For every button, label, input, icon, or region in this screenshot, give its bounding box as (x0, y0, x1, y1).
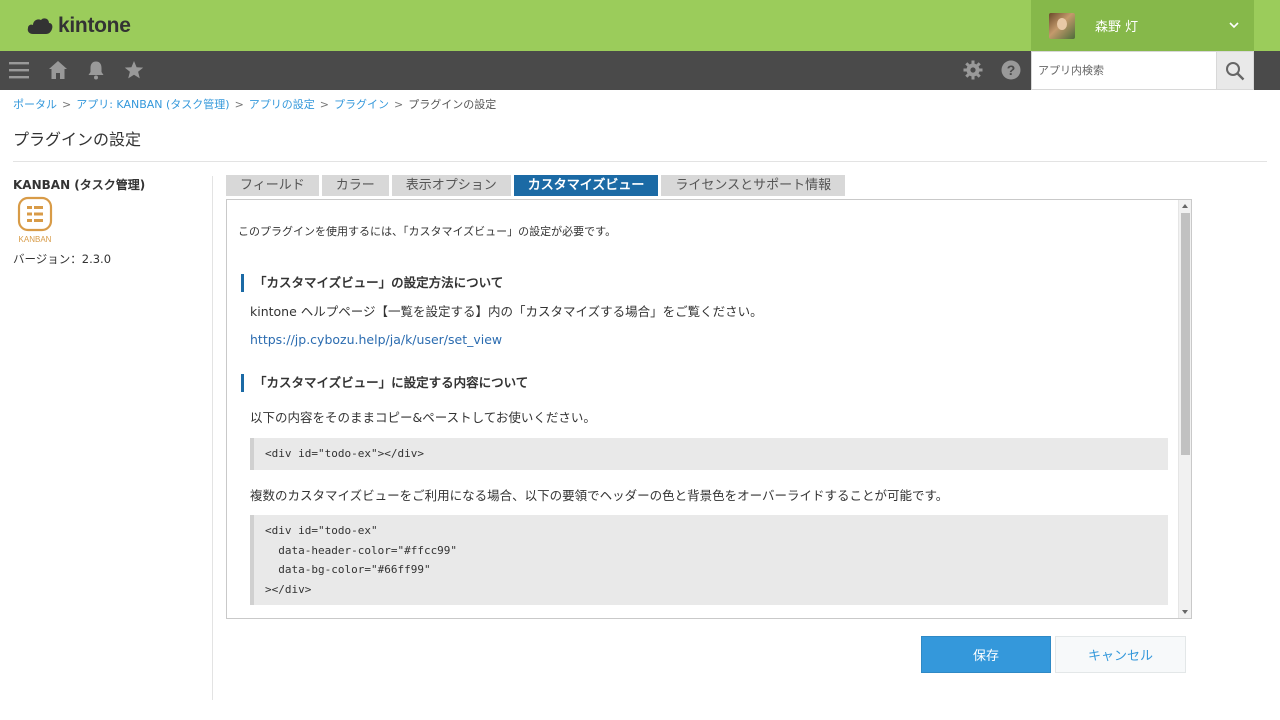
tab-customize-view[interactable]: カスタマイズビュー (513, 175, 659, 196)
question-icon[interactable]: ? (1000, 59, 1022, 81)
breadcrumb-portal[interactable]: ポータル (13, 98, 57, 111)
search-input[interactable] (1032, 52, 1217, 89)
code-block-override[interactable]: <div id="todo-ex" data-header-color="#ff… (250, 515, 1168, 605)
intro-text: このプラグインを使用するには、「カスタマイズビュー」の設定が必要です。 (238, 225, 617, 238)
gear-icon[interactable] (962, 59, 984, 81)
chevron-down-icon (1229, 22, 1239, 29)
cloud-logo-icon (27, 18, 53, 34)
plugin-name: KANBAN (タスク管理) (13, 178, 146, 192)
section-heading-content: 「カスタマイズビュー」に設定する内容について (241, 374, 528, 392)
page-title: プラグインの設定 (13, 130, 142, 149)
tab-field[interactable]: フィールド (226, 175, 319, 196)
left-divider (212, 176, 213, 700)
tab-display-options[interactable]: 表示オプション (391, 175, 511, 196)
search-button[interactable] (1216, 52, 1253, 89)
plugin-icon-label: KANBAN (19, 235, 52, 244)
breadcrumb-current: プラグインの設定 (408, 98, 497, 111)
settings-tabs: フィールド カラー 表示オプション カスタマイズビュー ライセンスとサポート情報 (226, 175, 848, 196)
save-button[interactable]: 保存 (921, 636, 1051, 673)
app-search (1031, 51, 1254, 90)
star-icon[interactable] (123, 59, 145, 81)
help-link[interactable]: https://jp.cybozu.help/ja/k/user/set_vie… (250, 332, 502, 347)
title-divider (13, 161, 1267, 162)
panel-content: このプラグインを使用するには、「カスタマイズビュー」の設定が必要です。 「カスタ… (227, 200, 1178, 618)
breadcrumb-plugins[interactable]: プラグイン (334, 98, 389, 111)
top-header: kintone 森野 灯 (0, 0, 1280, 51)
copy-instruction: 以下の内容をそのままコピー&ペーストしてお使いください。 (250, 410, 596, 425)
scroll-down-icon[interactable] (1182, 610, 1188, 614)
tab-color[interactable]: カラー (321, 175, 389, 196)
bell-icon[interactable] (85, 59, 107, 81)
override-description: 複数のカスタマイズビューをご利用になる場合、以下の要領でヘッダーの色と背景色をオ… (250, 488, 949, 503)
scroll-thumb[interactable] (1181, 213, 1190, 455)
avatar (1049, 12, 1075, 39)
plugin-version: バージョン：2.3.0 (13, 252, 112, 266)
kanban-plugin-icon: KANBAN (17, 196, 53, 244)
hamburger-menu-icon[interactable] (8, 59, 30, 81)
user-name: 森野 灯 (1095, 20, 1139, 35)
section-heading-setup: 「カスタマイズビュー」の設定方法について (241, 274, 503, 292)
home-icon[interactable] (47, 59, 69, 81)
settings-panel: このプラグインを使用するには、「カスタマイズビュー」の設定が必要です。 「カスタ… (226, 199, 1192, 619)
user-menu[interactable]: 森野 灯 (1031, 0, 1254, 51)
kintone-logo[interactable]: kintone (27, 12, 131, 40)
setup-description: kintone ヘルプページ【一覧を設定する】内の「カスタマイズする場合」をご覧… (250, 304, 763, 319)
code-block-basic[interactable]: <div id="todo-ex"></div> (250, 438, 1168, 470)
search-icon (1226, 61, 1245, 80)
logo-text: kintone (58, 14, 131, 37)
breadcrumb: ポータル > アプリ: KANBAN (タスク管理) > アプリの設定 > プラグイン > プラ… (13, 98, 497, 111)
cancel-button[interactable]: キャンセル (1055, 636, 1186, 673)
panel-scrollbar[interactable] (1178, 200, 1191, 618)
breadcrumb-app-settings[interactable]: アプリの設定 (249, 98, 315, 111)
breadcrumb-app[interactable]: アプリ: KANBAN (タスク管理) (76, 98, 229, 111)
scroll-up-icon[interactable] (1182, 204, 1188, 208)
svg-text:?: ? (1007, 62, 1016, 78)
tab-license-support[interactable]: ライセンスとサポート情報 (661, 175, 846, 196)
